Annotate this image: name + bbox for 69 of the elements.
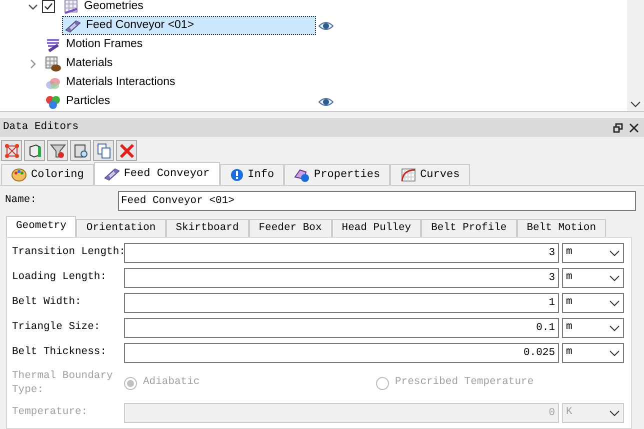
chevron-down-icon[interactable] — [28, 2, 38, 12]
tab[interactable]: Coloring — [1, 164, 94, 185]
funnel-icon[interactable] — [47, 140, 68, 161]
chevron-down-icon — [609, 274, 620, 282]
unit-dropdown[interactable]: m — [562, 293, 624, 313]
info-icon — [230, 168, 244, 182]
chevron-down-icon — [609, 410, 620, 416]
properties-icon — [294, 167, 310, 183]
chevron-down-icon — [609, 350, 620, 356]
tree-item[interactable]: Motion Frames — [42, 35, 316, 54]
close-icon[interactable] — [629, 122, 639, 132]
tab[interactable]: Geometry — [6, 216, 76, 237]
checkbox[interactable] — [42, 0, 55, 13]
field-label: Belt Thickness: — [12, 345, 108, 360]
tab[interactable]: Orientation — [76, 219, 166, 237]
copy-icon[interactable] — [93, 140, 114, 161]
unit-dropdown[interactable]: m — [562, 343, 624, 363]
tab[interactable]: Head Pulley — [332, 219, 422, 237]
materials-icon — [45, 56, 61, 72]
chevron-down-icon — [609, 250, 620, 256]
value-field[interactable]: 3 — [124, 268, 559, 288]
document-search-icon[interactable] — [70, 140, 91, 161]
name-label: Name: — [5, 193, 38, 208]
tree-item[interactable]: Geometries — [60, 0, 316, 16]
panel-title: Data Editors — [3, 120, 79, 135]
chevron-down-icon — [609, 324, 620, 332]
value-field[interactable]: 3 — [124, 243, 559, 263]
unit-dropdown[interactable]: m — [562, 243, 624, 263]
restore-icon[interactable] — [613, 122, 623, 132]
tree-item[interactable]: Materials — [42, 54, 316, 73]
nodes-icon[interactable] — [1, 140, 22, 161]
scrollbar[interactable] — [627, 0, 644, 111]
unit-dropdown[interactable]: m — [562, 318, 624, 338]
delete-icon[interactable] — [116, 140, 137, 161]
conveyor-icon — [65, 18, 81, 34]
eye-icon[interactable] — [318, 96, 334, 106]
name-field[interactable]: Feed Conveyor <01> — [118, 191, 636, 211]
tab[interactable]: Feeder Box — [248, 219, 332, 237]
tab[interactable]: Feed Conveyor — [94, 162, 220, 185]
field-label: Transition Length: — [12, 245, 124, 260]
field-label: Triangle Size: — [12, 320, 102, 336]
value-field[interactable]: 0.025 — [124, 343, 559, 363]
value-field[interactable]: 0.1 — [124, 318, 559, 338]
tab[interactable]: Curves — [390, 164, 470, 185]
palette-icon — [11, 167, 27, 183]
particles-icon — [45, 94, 61, 110]
value-field[interactable]: 1 — [124, 293, 559, 313]
tree-item[interactable]: Feed Conveyor <01> — [62, 16, 316, 35]
tab[interactable]: Properties — [284, 164, 390, 185]
tree-item[interactable]: Materials Interactions — [42, 73, 316, 92]
chevron-right-icon[interactable] — [28, 58, 38, 68]
tree-item[interactable]: Particles — [42, 92, 316, 111]
field-label: Loading Length: — [12, 270, 108, 286]
curve-chart-icon — [400, 167, 416, 183]
eye-icon[interactable] — [318, 20, 334, 30]
unit-dropdown[interactable]: m — [562, 268, 624, 288]
tab[interactable]: Belt Motion — [516, 219, 606, 237]
cube-icon[interactable] — [24, 140, 45, 161]
chevron-down-icon — [630, 101, 641, 108]
field-label: Temperature: — [12, 405, 89, 420]
tab[interactable]: Info — [220, 164, 284, 185]
field-label: Belt Width: — [12, 295, 82, 310]
tab[interactable]: Skirtboard — [166, 219, 249, 237]
conveyor-icon — [104, 166, 120, 182]
field-label: Thermal Boundary Type: — [12, 369, 114, 397]
grid-icon — [63, 0, 79, 14]
chevron-down-icon — [609, 300, 620, 306]
frames-icon — [45, 36, 61, 52]
tab[interactable]: Belt Profile — [421, 219, 517, 237]
